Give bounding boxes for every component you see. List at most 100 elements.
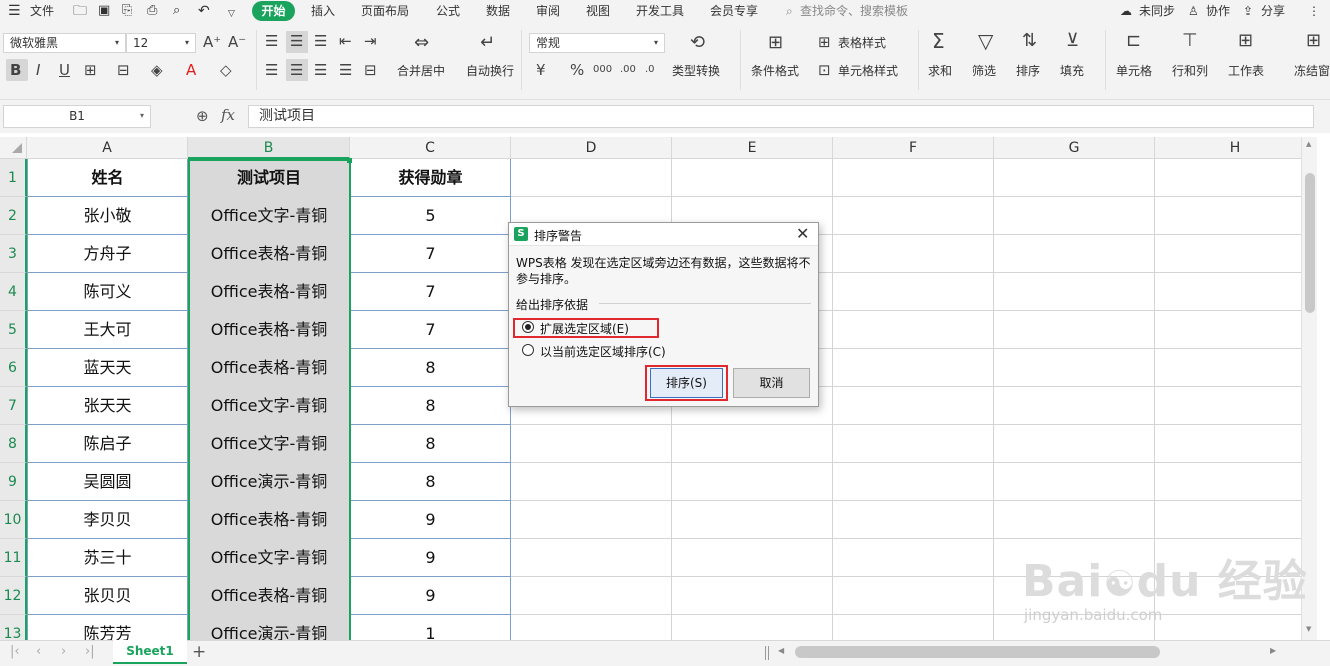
- horizontal-scroll-thumb[interactable]: [795, 646, 1160, 658]
- scroll-down-icon[interactable]: ▼: [1306, 625, 1311, 633]
- type-convert-icon[interactable]: ⟲: [690, 34, 705, 52]
- scroll-right-icon[interactable]: ▶: [1270, 646, 1276, 655]
- table-cell[interactable]: 陈启子: [28, 425, 187, 463]
- align-middle-icon[interactable]: ☰: [290, 32, 303, 50]
- table-cell[interactable]: 陈芳芳: [28, 615, 187, 640]
- row-header[interactable]: 7: [0, 387, 27, 425]
- collab-button[interactable]: 协作: [1206, 3, 1230, 19]
- table-cell[interactable]: 8: [351, 425, 510, 463]
- fx-icon[interactable]: fx: [221, 106, 235, 124]
- wrap-text-icon[interactable]: ↵: [480, 34, 495, 52]
- header-cell[interactable]: 姓名: [28, 159, 187, 197]
- eraser-icon[interactable]: ◇: [220, 61, 232, 79]
- menu-file[interactable]: 文件: [30, 3, 54, 19]
- formula-input[interactable]: 测试项目: [248, 105, 1314, 128]
- align-center-icon[interactable]: ☰: [290, 61, 303, 79]
- worksheet-icon[interactable]: ⊞: [1238, 32, 1253, 50]
- prev-sheet-icon[interactable]: ‹: [36, 644, 41, 659]
- column-header-c[interactable]: C: [350, 137, 511, 159]
- fill-color-icon[interactable]: ◈: [151, 61, 163, 79]
- zoom-icon[interactable]: ⊕: [196, 107, 209, 125]
- align-bottom-icon[interactable]: ☰: [314, 32, 327, 50]
- option-current-label[interactable]: 以当前选定区域排序(C): [540, 343, 666, 360]
- split-handle[interactable]: [765, 646, 769, 660]
- underline-icon[interactable]: U: [59, 61, 70, 79]
- fill-icon[interactable]: ⊻: [1066, 32, 1079, 50]
- indent-increase-icon[interactable]: ⇥: [364, 32, 377, 50]
- row-header[interactable]: 4: [0, 273, 27, 311]
- sort-icon[interactable]: ⇅: [1022, 32, 1037, 50]
- bold-icon[interactable]: B: [10, 61, 21, 79]
- font-grow-icon[interactable]: A⁺: [203, 33, 221, 51]
- save-icon[interactable]: ▣: [98, 3, 110, 19]
- table-cell[interactable]: 张贝贝: [28, 577, 187, 615]
- table-cell[interactable]: 9: [351, 539, 510, 577]
- add-sheet-icon[interactable]: +: [192, 642, 206, 662]
- more-chevron-icon[interactable]: ▽: [228, 6, 235, 22]
- tab-view[interactable]: 视图: [586, 3, 610, 19]
- table-style-button[interactable]: 表格样式: [838, 36, 886, 50]
- freeze-icon[interactable]: ⊞: [1306, 32, 1321, 50]
- sort-ok-button[interactable]: 排序(S): [650, 368, 723, 398]
- tab-developer[interactable]: 开发工具: [636, 3, 684, 19]
- row-header[interactable]: 10: [0, 501, 27, 539]
- fill-button[interactable]: 填充: [1060, 64, 1084, 78]
- cell-icon[interactable]: ⊏: [1126, 32, 1141, 50]
- vertical-scroll-thumb[interactable]: [1305, 173, 1315, 313]
- decimal-increase-icon[interactable]: .00: [620, 61, 636, 79]
- row-header[interactable]: 2: [0, 197, 27, 235]
- sheet-tab-sheet1[interactable]: Sheet1: [113, 640, 187, 664]
- next-sheet-icon[interactable]: ›: [61, 644, 66, 659]
- table-cell[interactable]: 8: [351, 349, 510, 387]
- column-header-g[interactable]: G: [994, 137, 1155, 159]
- row-header[interactable]: 3: [0, 235, 27, 273]
- font-color-icon[interactable]: A: [186, 61, 196, 79]
- number-format-select[interactable]: 常规: [529, 33, 665, 53]
- column-header-b[interactable]: B: [188, 137, 350, 159]
- first-sheet-icon[interactable]: |‹: [10, 644, 20, 659]
- decimal-decrease-icon[interactable]: .0: [645, 61, 655, 79]
- cell-style-button[interactable]: 单元格样式: [838, 64, 898, 78]
- wrap-text-button[interactable]: 自动换行: [466, 64, 514, 78]
- border-icon[interactable]: ⊞: [84, 61, 97, 79]
- row-header[interactable]: 5: [0, 311, 27, 349]
- last-sheet-icon[interactable]: ›|: [85, 644, 95, 659]
- italic-icon[interactable]: I: [36, 61, 40, 79]
- conditional-format-button[interactable]: 条件格式: [751, 64, 799, 78]
- column-header-f[interactable]: F: [833, 137, 994, 159]
- column-header-h[interactable]: H: [1155, 137, 1316, 159]
- table-cell[interactable]: 7: [351, 311, 510, 349]
- table-cell[interactable]: 王大可: [28, 311, 187, 349]
- select-all-corner[interactable]: [0, 137, 27, 159]
- cancel-button[interactable]: 取消: [733, 368, 810, 398]
- row-header[interactable]: 9: [0, 463, 27, 501]
- align-left-icon[interactable]: ☰: [265, 61, 278, 79]
- table-cell[interactable]: 吴圆圆: [28, 463, 187, 501]
- currency-icon[interactable]: ¥: [536, 61, 546, 79]
- more-options-icon[interactable]: ⋮: [1308, 3, 1320, 19]
- share-button[interactable]: 分享: [1261, 3, 1285, 19]
- export-icon[interactable]: ⎘: [122, 3, 132, 19]
- font-name-select[interactable]: 微软雅黑: [3, 33, 126, 53]
- table-cell[interactable]: 方舟子: [28, 235, 187, 273]
- print-icon[interactable]: ⎙: [147, 3, 157, 19]
- tab-review[interactable]: 审阅: [536, 3, 560, 19]
- align-top-icon[interactable]: ☰: [265, 32, 278, 50]
- row-header[interactable]: 6: [0, 349, 27, 387]
- sort-button[interactable]: 排序: [1016, 64, 1040, 78]
- column-header-d[interactable]: D: [511, 137, 672, 159]
- table-cell[interactable]: 陈可义: [28, 273, 187, 311]
- row-col-icon[interactable]: ⊤: [1182, 32, 1198, 50]
- row-header[interactable]: 11: [0, 539, 27, 577]
- table-cell[interactable]: 7: [351, 273, 510, 311]
- row-header[interactable]: 13: [0, 615, 27, 640]
- align-right-icon[interactable]: ☰: [314, 61, 327, 79]
- table-cell[interactable]: 张天天: [28, 387, 187, 425]
- tab-member[interactable]: 会员专享: [710, 3, 758, 19]
- table-cell[interactable]: 8: [351, 387, 510, 425]
- filter-icon[interactable]: ▽: [978, 31, 993, 51]
- indent-decrease-icon[interactable]: ⇤: [339, 32, 352, 50]
- thousands-icon[interactable]: 000: [593, 61, 612, 79]
- sum-button[interactable]: 求和: [928, 64, 952, 78]
- table-cell[interactable]: 张小敬: [28, 197, 187, 235]
